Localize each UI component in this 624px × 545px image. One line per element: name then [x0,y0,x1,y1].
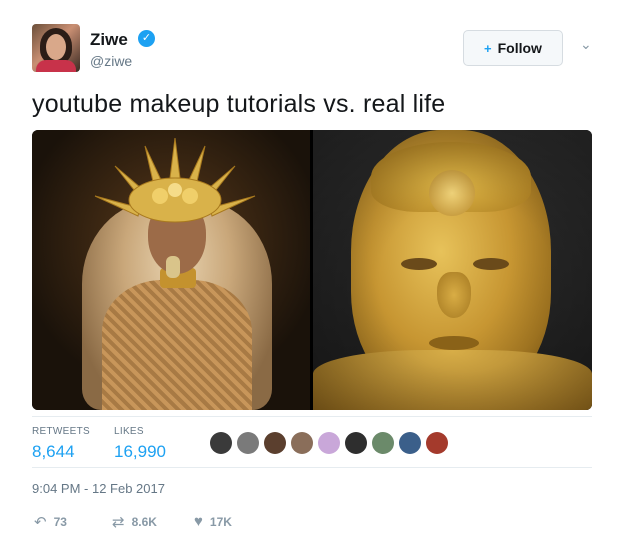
reply-icon: ↶ [34,514,47,531]
likes-count: 16,990 [114,442,166,461]
tweet-timestamp[interactable]: 9:04 PM - 12 Feb 2017 [32,481,165,496]
avatar[interactable] [32,24,80,72]
retweet-count: 8.6K [131,515,157,529]
tweet-stats: RETWEETS 8,644 LIKES 16,990 [32,426,592,466]
tweet-text: youtube makeup tutorials vs. real life [32,90,446,118]
likes-label: LIKES [114,426,144,437]
liker-avatar[interactable] [264,432,286,454]
liker-avatar[interactable] [237,432,259,454]
reply-count: 73 [53,515,67,529]
likes-stat[interactable]: LIKES 16,990 [114,426,166,462]
media-photo-right[interactable] [313,130,592,410]
liker-avatar[interactable] [345,432,367,454]
divider [32,416,592,417]
like-button[interactable]: ♥ 17K [194,513,232,530]
follow-button-label: Follow [497,40,542,56]
tweet-media[interactable] [32,130,592,410]
avatar-shirt [36,60,76,72]
divider [32,467,592,468]
photo-crown [94,138,256,223]
add-user-icon: + [484,40,492,56]
retweets-stat[interactable]: RETWEETS 8,644 [32,426,90,462]
heart-icon: ♥ [194,513,203,530]
retweet-icon: ⇄ [112,514,125,531]
chevron-down-icon[interactable]: ⌄ [580,36,592,53]
liker-avatar[interactable] [210,432,232,454]
reply-button[interactable]: ↶ 73 [34,513,67,531]
liker-avatar[interactable] [318,432,340,454]
user-handle[interactable]: @ziwe [90,53,132,69]
photo-vignette [313,130,592,410]
retweets-count: 8,644 [32,442,75,461]
liker-avatar[interactable] [372,432,394,454]
tweet-actions: ↶ 73 ⇄ 8.6K ♥ 17K [32,513,332,533]
tweet-header: Ziwe ✓ @ziwe + Follow ⌄ [32,24,592,74]
like-count: 17K [209,514,232,529]
follow-button[interactable]: + Follow [463,30,563,66]
verified-badge-icon: ✓ [138,30,155,47]
media-photo-left[interactable] [32,130,310,410]
liker-avatar[interactable] [291,432,313,454]
liker-avatar[interactable] [399,432,421,454]
avatar-face [46,34,66,60]
retweet-button[interactable]: ⇄ 8.6K [112,513,157,531]
photo-microphone [166,256,180,278]
photo-dress [102,280,252,410]
liker-avatar[interactable] [426,432,448,454]
liker-avatars [210,432,448,454]
retweets-label: RETWEETS [32,426,90,437]
user-name[interactable]: Ziwe [90,30,128,50]
